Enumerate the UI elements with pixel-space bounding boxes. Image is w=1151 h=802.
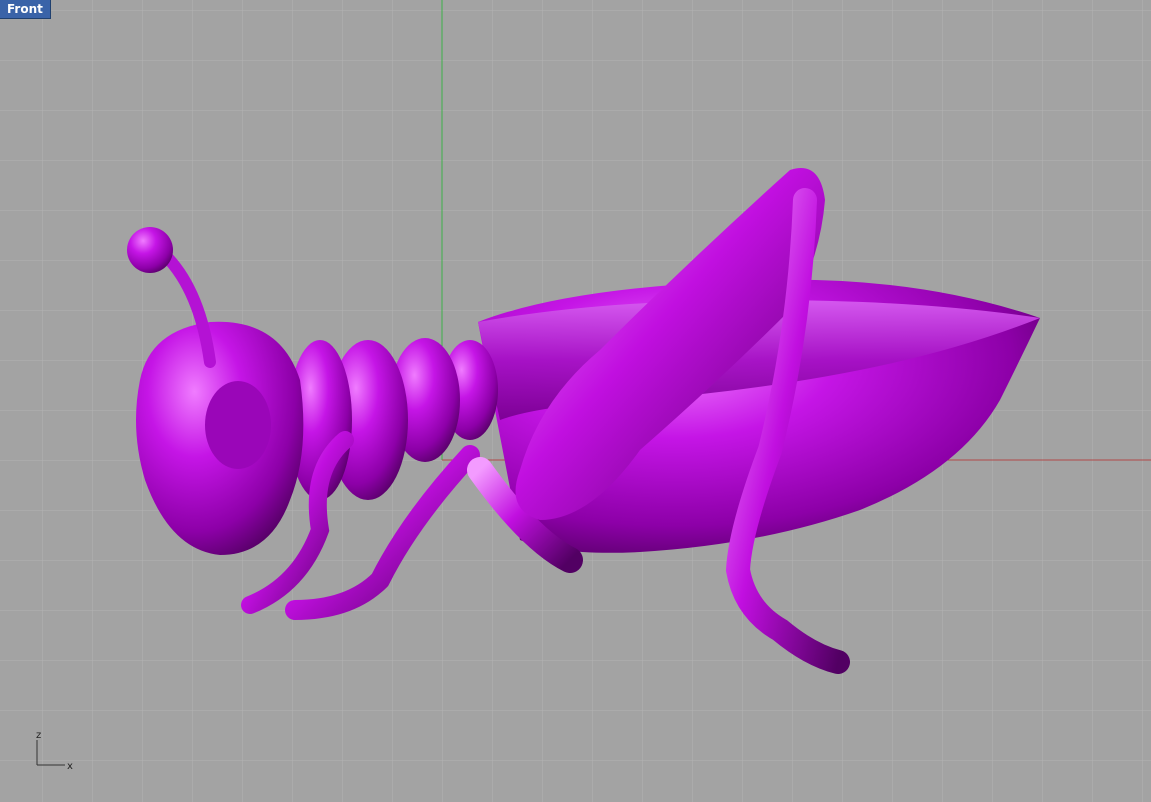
viewport-canvas[interactable]: z x: [0, 0, 1151, 802]
antenna-tip: [127, 227, 173, 273]
viewport-title-tab[interactable]: Front: [0, 0, 51, 19]
front-viewport[interactable]: Front z x: [0, 0, 1151, 802]
axis-label-z: z: [36, 730, 41, 741]
eye: [205, 381, 271, 469]
axis-label-x: x: [67, 761, 73, 772]
